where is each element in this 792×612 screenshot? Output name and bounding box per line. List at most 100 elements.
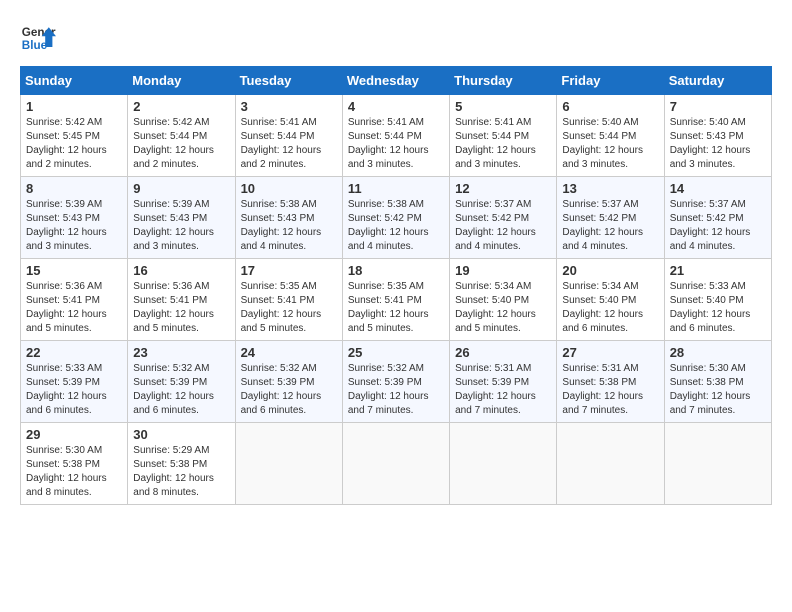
sunrise-text: Sunrise: 5:33 AM — [670, 281, 746, 292]
calendar-cell: 23 Sunrise: 5:32 AM Sunset: 5:39 PM Dayl… — [128, 341, 235, 423]
daylight-text: Daylight: 12 hours and 5 minutes. — [26, 309, 107, 334]
sunset-text: Sunset: 5:38 PM — [133, 459, 207, 470]
cell-content: Sunrise: 5:35 AM Sunset: 5:41 PM Dayligh… — [348, 280, 444, 336]
day-number: 11 — [348, 181, 444, 196]
cell-content: Sunrise: 5:34 AM Sunset: 5:40 PM Dayligh… — [562, 280, 658, 336]
day-number: 3 — [241, 99, 337, 114]
day-number: 29 — [26, 427, 122, 442]
cell-content: Sunrise: 5:33 AM Sunset: 5:40 PM Dayligh… — [670, 280, 766, 336]
sunset-text: Sunset: 5:42 PM — [670, 213, 744, 224]
day-number: 13 — [562, 181, 658, 196]
day-number: 12 — [455, 181, 551, 196]
daylight-text: Daylight: 12 hours and 2 minutes. — [241, 145, 322, 170]
calendar-cell: 8 Sunrise: 5:39 AM Sunset: 5:43 PM Dayli… — [21, 177, 128, 259]
page-header: General Blue — [20, 20, 772, 56]
calendar-cell: 17 Sunrise: 5:35 AM Sunset: 5:41 PM Dayl… — [235, 259, 342, 341]
cell-content: Sunrise: 5:41 AM Sunset: 5:44 PM Dayligh… — [455, 116, 551, 172]
cell-content: Sunrise: 5:39 AM Sunset: 5:43 PM Dayligh… — [26, 198, 122, 254]
cell-content: Sunrise: 5:40 AM Sunset: 5:44 PM Dayligh… — [562, 116, 658, 172]
sunrise-text: Sunrise: 5:40 AM — [670, 117, 746, 128]
cell-content: Sunrise: 5:40 AM Sunset: 5:43 PM Dayligh… — [670, 116, 766, 172]
day-number: 18 — [348, 263, 444, 278]
day-number: 26 — [455, 345, 551, 360]
sunset-text: Sunset: 5:42 PM — [348, 213, 422, 224]
sunset-text: Sunset: 5:38 PM — [26, 459, 100, 470]
cell-content: Sunrise: 5:36 AM Sunset: 5:41 PM Dayligh… — [26, 280, 122, 336]
sunset-text: Sunset: 5:44 PM — [133, 131, 207, 142]
day-number: 15 — [26, 263, 122, 278]
day-number: 14 — [670, 181, 766, 196]
daylight-text: Daylight: 12 hours and 4 minutes. — [670, 227, 751, 252]
day-number: 6 — [562, 99, 658, 114]
cell-content: Sunrise: 5:31 AM Sunset: 5:39 PM Dayligh… — [455, 362, 551, 418]
sunset-text: Sunset: 5:39 PM — [133, 377, 207, 388]
sunrise-text: Sunrise: 5:32 AM — [348, 363, 424, 374]
sunrise-text: Sunrise: 5:37 AM — [455, 199, 531, 210]
sunset-text: Sunset: 5:43 PM — [133, 213, 207, 224]
calendar-cell: 22 Sunrise: 5:33 AM Sunset: 5:39 PM Dayl… — [21, 341, 128, 423]
sunrise-text: Sunrise: 5:35 AM — [348, 281, 424, 292]
weekday-header-cell: Sunday — [21, 67, 128, 95]
day-number: 28 — [670, 345, 766, 360]
daylight-text: Daylight: 12 hours and 3 minutes. — [348, 145, 429, 170]
calendar-week-row: 1 Sunrise: 5:42 AM Sunset: 5:45 PM Dayli… — [21, 95, 772, 177]
daylight-text: Daylight: 12 hours and 2 minutes. — [133, 145, 214, 170]
daylight-text: Daylight: 12 hours and 7 minutes. — [348, 391, 429, 416]
weekday-header-cell: Monday — [128, 67, 235, 95]
calendar-week-row: 22 Sunrise: 5:33 AM Sunset: 5:39 PM Dayl… — [21, 341, 772, 423]
sunrise-text: Sunrise: 5:38 AM — [241, 199, 317, 210]
day-number: 25 — [348, 345, 444, 360]
cell-content: Sunrise: 5:32 AM Sunset: 5:39 PM Dayligh… — [241, 362, 337, 418]
calendar-cell: 10 Sunrise: 5:38 AM Sunset: 5:43 PM Dayl… — [235, 177, 342, 259]
calendar-cell — [557, 423, 664, 505]
calendar-cell: 7 Sunrise: 5:40 AM Sunset: 5:43 PM Dayli… — [664, 95, 771, 177]
cell-content: Sunrise: 5:32 AM Sunset: 5:39 PM Dayligh… — [133, 362, 229, 418]
weekday-header-cell: Saturday — [664, 67, 771, 95]
sunrise-text: Sunrise: 5:42 AM — [133, 117, 209, 128]
cell-content: Sunrise: 5:41 AM Sunset: 5:44 PM Dayligh… — [348, 116, 444, 172]
sunset-text: Sunset: 5:44 PM — [348, 131, 422, 142]
daylight-text: Daylight: 12 hours and 6 minutes. — [241, 391, 322, 416]
sunset-text: Sunset: 5:44 PM — [562, 131, 636, 142]
logo: General Blue — [20, 20, 56, 56]
weekday-header-cell: Tuesday — [235, 67, 342, 95]
sunrise-text: Sunrise: 5:30 AM — [670, 363, 746, 374]
sunrise-text: Sunrise: 5:29 AM — [133, 445, 209, 456]
sunset-text: Sunset: 5:44 PM — [455, 131, 529, 142]
daylight-text: Daylight: 12 hours and 7 minutes. — [670, 391, 751, 416]
sunset-text: Sunset: 5:39 PM — [348, 377, 422, 388]
cell-content: Sunrise: 5:38 AM Sunset: 5:43 PM Dayligh… — [241, 198, 337, 254]
sunset-text: Sunset: 5:42 PM — [562, 213, 636, 224]
sunrise-text: Sunrise: 5:38 AM — [348, 199, 424, 210]
daylight-text: Daylight: 12 hours and 8 minutes. — [26, 473, 107, 498]
calendar-cell — [450, 423, 557, 505]
sunset-text: Sunset: 5:42 PM — [455, 213, 529, 224]
sunrise-text: Sunrise: 5:30 AM — [26, 445, 102, 456]
daylight-text: Daylight: 12 hours and 4 minutes. — [348, 227, 429, 252]
day-number: 1 — [26, 99, 122, 114]
day-number: 23 — [133, 345, 229, 360]
sunset-text: Sunset: 5:39 PM — [26, 377, 100, 388]
sunset-text: Sunset: 5:45 PM — [26, 131, 100, 142]
daylight-text: Daylight: 12 hours and 5 minutes. — [348, 309, 429, 334]
daylight-text: Daylight: 12 hours and 5 minutes. — [133, 309, 214, 334]
day-number: 17 — [241, 263, 337, 278]
sunrise-text: Sunrise: 5:37 AM — [562, 199, 638, 210]
daylight-text: Daylight: 12 hours and 5 minutes. — [241, 309, 322, 334]
calendar-table: SundayMondayTuesdayWednesdayThursdayFrid… — [20, 66, 772, 505]
cell-content: Sunrise: 5:37 AM Sunset: 5:42 PM Dayligh… — [455, 198, 551, 254]
cell-content: Sunrise: 5:30 AM Sunset: 5:38 PM Dayligh… — [670, 362, 766, 418]
calendar-cell: 25 Sunrise: 5:32 AM Sunset: 5:39 PM Dayl… — [342, 341, 449, 423]
calendar-cell: 14 Sunrise: 5:37 AM Sunset: 5:42 PM Dayl… — [664, 177, 771, 259]
day-number: 2 — [133, 99, 229, 114]
day-number: 21 — [670, 263, 766, 278]
svg-text:Blue: Blue — [22, 39, 48, 52]
weekday-header-row: SundayMondayTuesdayWednesdayThursdayFrid… — [21, 67, 772, 95]
day-number: 9 — [133, 181, 229, 196]
calendar-cell: 5 Sunrise: 5:41 AM Sunset: 5:44 PM Dayli… — [450, 95, 557, 177]
sunrise-text: Sunrise: 5:39 AM — [26, 199, 102, 210]
sunrise-text: Sunrise: 5:31 AM — [455, 363, 531, 374]
daylight-text: Daylight: 12 hours and 5 minutes. — [455, 309, 536, 334]
cell-content: Sunrise: 5:39 AM Sunset: 5:43 PM Dayligh… — [133, 198, 229, 254]
cell-content: Sunrise: 5:32 AM Sunset: 5:39 PM Dayligh… — [348, 362, 444, 418]
